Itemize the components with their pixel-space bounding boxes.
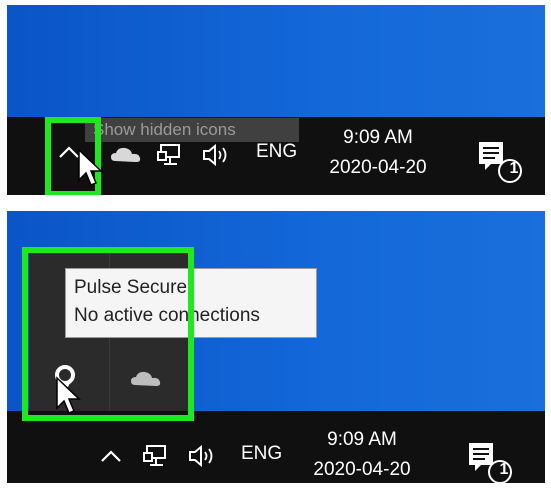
clock-date: 2020-04-20 xyxy=(313,459,411,480)
chevron-up-icon[interactable] xyxy=(99,447,123,467)
volume-icon[interactable] xyxy=(187,444,219,468)
network-icon[interactable] xyxy=(157,142,185,168)
taskbar-clock[interactable]: 9:09 AM 2020-04-20 xyxy=(307,425,417,483)
show-hidden-icons-tooltip: Show hidden icons xyxy=(85,118,299,142)
volume-icon[interactable] xyxy=(201,143,233,167)
language-indicator[interactable]: ENG xyxy=(241,443,282,465)
screenshot-panel-bottom: Pulse Secure: No active connections ENG … xyxy=(7,211,545,483)
notification-count-badge: 1 xyxy=(509,160,519,177)
clock-time: 9:09 AM xyxy=(327,429,397,450)
clock-time: 9:09 AM xyxy=(343,127,413,148)
taskbar-clock[interactable]: 9:09 AM 2020-04-20 xyxy=(323,123,433,183)
onedrive-cloud-icon[interactable] xyxy=(109,143,145,165)
desktop-background xyxy=(7,5,545,117)
screenshot-panel-top: Show hidden icons ENG 9:09 AM 2020-04-20… xyxy=(7,5,545,195)
mouse-cursor-icon xyxy=(78,148,103,186)
language-indicator[interactable]: ENG xyxy=(256,141,297,163)
mouse-cursor-icon xyxy=(56,376,81,414)
clock-date: 2020-04-20 xyxy=(329,157,427,178)
network-icon[interactable] xyxy=(143,443,171,469)
highlight-box xyxy=(22,247,194,421)
notification-count-badge: 1 xyxy=(499,461,509,478)
